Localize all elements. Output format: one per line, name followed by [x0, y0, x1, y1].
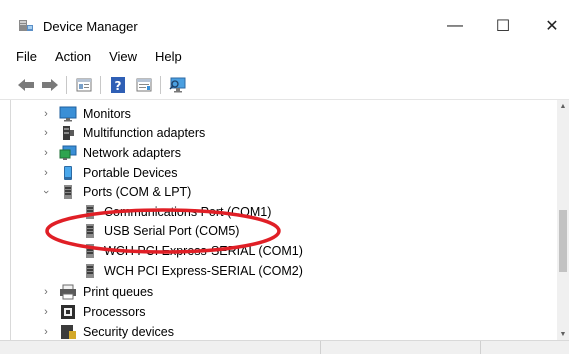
device-manager-icon: [19, 20, 33, 31]
scan-hardware-button[interactable]: [168, 76, 188, 94]
tree-node-label: Ports (COM & LPT): [83, 185, 192, 199]
status-bar: [0, 340, 569, 354]
multifunction-icon: [63, 126, 74, 140]
menu-action[interactable]: Action: [55, 49, 91, 64]
chevron-right-icon[interactable]: ›: [41, 282, 51, 302]
tree-node-portable-devices[interactable]: › Portable Devices: [11, 163, 551, 183]
tree-leaf-wch-com1[interactable]: WCH PCI Express-SERIAL (COM1): [11, 241, 551, 261]
tree-node-monitors[interactable]: › Monitors: [11, 104, 551, 124]
chevron-down-icon[interactable]: ›: [36, 187, 56, 197]
tree-leaf-usb-serial-com5[interactable]: USB Serial Port (COM5): [11, 221, 551, 241]
toolbar: ?: [0, 70, 569, 100]
tree-node-label: WCH PCI Express-SERIAL (COM2): [104, 264, 303, 278]
scrollbar-thumb[interactable]: [559, 210, 567, 272]
maximize-button[interactable]: ☐: [480, 10, 526, 42]
chevron-right-icon[interactable]: ›: [41, 123, 51, 143]
forward-arrow-icon: [42, 79, 58, 91]
close-button[interactable]: ✕: [529, 10, 569, 42]
network-icon: [59, 145, 77, 160]
tree-leaf-com1[interactable]: Communications Port (COM1): [11, 202, 551, 222]
port-icon: [86, 205, 94, 219]
window-title: Device Manager: [43, 19, 138, 34]
back-arrow-icon: [18, 79, 34, 91]
svg-text:?: ?: [115, 79, 122, 93]
toolbar-separator: [100, 76, 101, 94]
chevron-right-icon[interactable]: ›: [41, 322, 51, 340]
toolbar-separator: [160, 76, 161, 94]
chevron-right-icon[interactable]: ›: [41, 163, 51, 183]
tree-node-label: USB Serial Port (COM5): [104, 224, 240, 238]
tree-node-label: Security devices: [83, 325, 175, 339]
processor-icon: [61, 305, 75, 319]
tree-node-label: Network adapters: [83, 146, 181, 160]
monitor-scan-icon: [169, 77, 186, 93]
monitor-icon: [59, 106, 77, 122]
portable-device-icon: [64, 166, 72, 180]
chevron-right-icon[interactable]: ›: [41, 104, 51, 124]
tree-node-ports[interactable]: › Ports (COM & LPT): [11, 182, 551, 202]
tree-node-label: Communications Port (COM1): [104, 205, 272, 219]
tree-leaf-wch-com2[interactable]: WCH PCI Express-SERIAL (COM2): [11, 261, 551, 281]
security-icon: [61, 325, 76, 339]
forward-button[interactable]: [40, 76, 60, 94]
help-button[interactable]: ?: [108, 76, 128, 94]
menu-help[interactable]: Help: [155, 49, 182, 64]
tree-node-label: WCH PCI Express-SERIAL (COM1): [104, 244, 303, 258]
scroll-up-arrow-icon[interactable]: ▲: [557, 100, 569, 112]
minimize-button[interactable]: —: [432, 10, 478, 42]
menu-view[interactable]: View: [109, 49, 137, 64]
update-driver-icon: [136, 78, 152, 92]
tree-node-label: Portable Devices: [83, 166, 178, 180]
tree-node-print-queues[interactable]: › Print queues: [11, 282, 551, 302]
tree-node-security-devices[interactable]: › Security devices: [11, 322, 551, 340]
tree-node-label: Processors: [83, 305, 146, 319]
tree-node-processors[interactable]: › Processors: [11, 302, 551, 322]
properties-icon: [76, 78, 92, 92]
update-driver-button[interactable]: [134, 76, 154, 94]
status-divider: [320, 341, 321, 354]
toolbar-separator: [66, 76, 67, 94]
status-divider: [480, 341, 481, 354]
tree-node-label: Print queues: [83, 285, 154, 299]
title-bar: Device Manager — ☐ ✕: [0, 0, 569, 44]
port-icon: [86, 224, 94, 238]
scroll-down-arrow-icon[interactable]: ▼: [557, 328, 569, 340]
back-button[interactable]: [16, 76, 36, 94]
menu-bar: File Action View Help: [0, 44, 569, 68]
help-icon: ?: [111, 77, 125, 93]
port-icon: [64, 185, 72, 199]
tree-node-multifunction-adapters[interactable]: › Multifunction adapters: [11, 123, 551, 143]
port-icon: [86, 264, 94, 278]
tree-node-network-adapters[interactable]: › Network adapters: [11, 143, 551, 163]
chevron-right-icon[interactable]: ›: [41, 302, 51, 322]
menu-file[interactable]: File: [16, 49, 37, 64]
printer-icon: [60, 284, 76, 300]
tree-node-label: Monitors: [83, 107, 131, 121]
vertical-scrollbar[interactable]: ▲ ▼: [557, 100, 569, 340]
device-tree[interactable]: › Monitors › Multifunction adapters › Ne…: [10, 100, 557, 340]
properties-button[interactable]: [74, 76, 94, 94]
chevron-right-icon[interactable]: ›: [41, 143, 51, 163]
tree-node-label: Multifunction adapters: [83, 126, 206, 140]
port-icon: [86, 244, 94, 258]
